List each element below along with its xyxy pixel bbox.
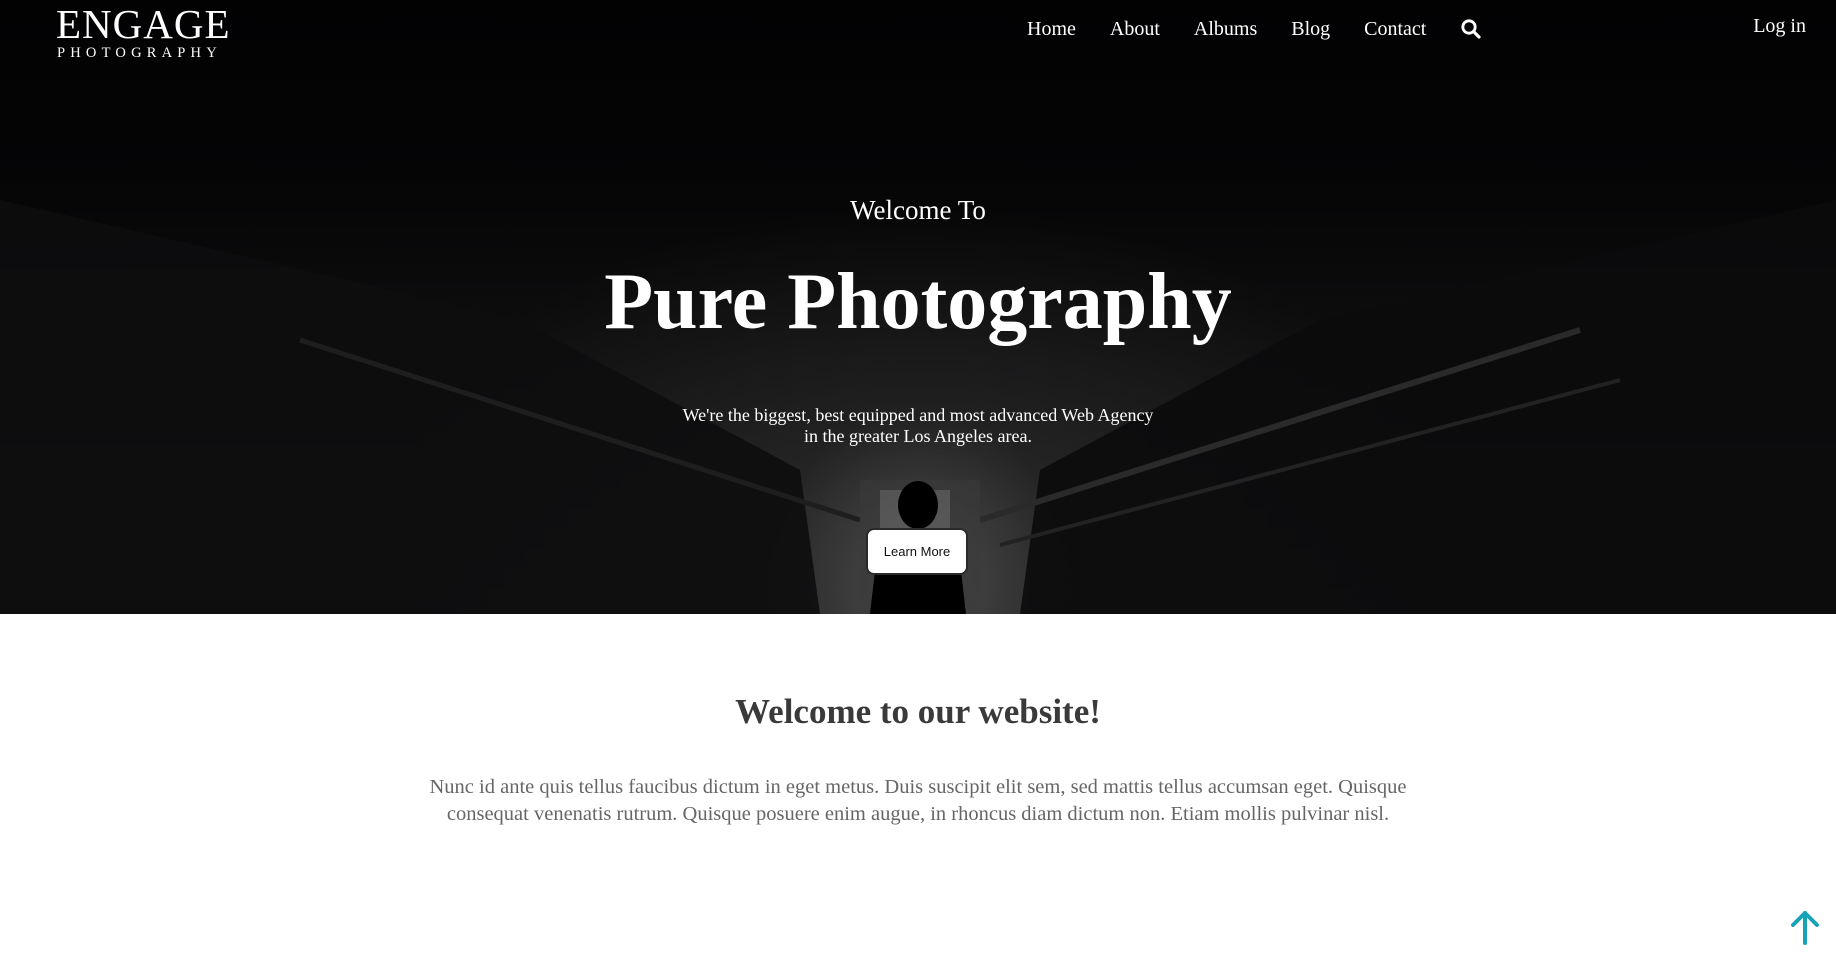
- logo-wordmark: ENGAGE: [56, 1, 231, 47]
- nav-contact[interactable]: Contact: [1364, 18, 1426, 41]
- nav-blog[interactable]: Blog: [1291, 18, 1330, 41]
- main-nav: Home About Albums Blog Contact: [1027, 15, 1482, 43]
- site-header: ENGAGE PHOTOGRAPHY Home About Albums Blo…: [0, 0, 1836, 64]
- hero-section: ENGAGE PHOTOGRAPHY Home About Albums Blo…: [0, 0, 1836, 614]
- hero-tagline-line-2: in the greater Los Angeles area.: [804, 426, 1032, 446]
- welcome-section: Welcome to our website! Nunc id ante qui…: [0, 614, 1836, 959]
- hero-tagline: We're the biggest, best equipped and mos…: [668, 405, 1168, 447]
- nav-albums[interactable]: Albums: [1194, 18, 1257, 41]
- search-icon[interactable]: [1460, 18, 1482, 40]
- hero-title: Pure Photography: [604, 258, 1232, 346]
- logo-tagline: PHOTOGRAPHY: [57, 45, 222, 61]
- arrow-up-icon: [1791, 911, 1819, 945]
- welcome-body: Nunc id ante quis tellus faucibus dictum…: [429, 776, 1407, 825]
- hero-eyebrow: Welcome To: [850, 195, 986, 225]
- site-logo[interactable]: ENGAGE PHOTOGRAPHY: [56, 2, 231, 61]
- nav-home[interactable]: Home: [1027, 18, 1076, 41]
- hero-tagline-line-1: We're the biggest, best equipped and mos…: [682, 405, 1154, 425]
- welcome-heading: Welcome to our website!: [735, 692, 1101, 731]
- nav-about[interactable]: About: [1110, 18, 1160, 41]
- login-link[interactable]: Log in: [1753, 15, 1806, 38]
- scroll-to-top-button[interactable]: [1788, 909, 1822, 947]
- learn-more-button[interactable]: Learn More: [866, 528, 968, 575]
